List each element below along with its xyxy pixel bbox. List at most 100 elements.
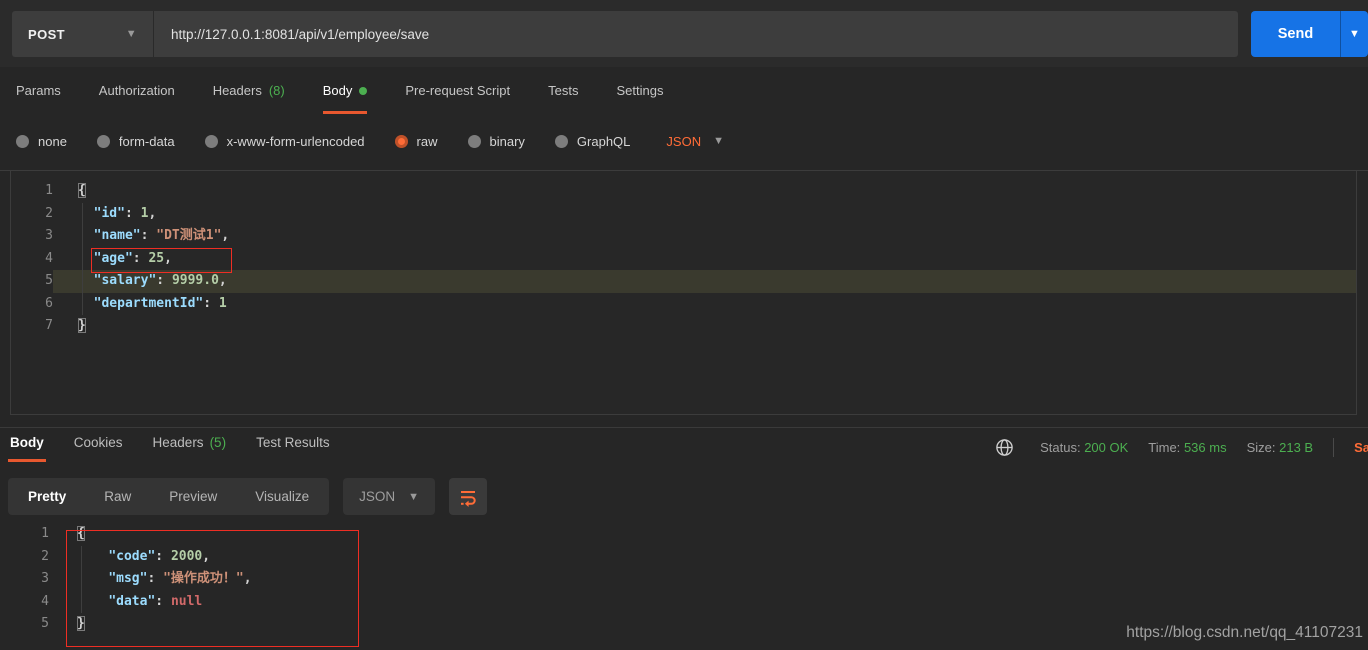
tab-label: Test Results <box>256 435 330 450</box>
line-number: 3 <box>0 568 49 591</box>
code-text: } <box>53 315 1356 338</box>
body-language-select[interactable]: JSON ▼ <box>666 134 724 149</box>
tab-label: Tests <box>548 83 578 98</box>
postman-window: POST ▼ Send ▼ Params Authorization Heade… <box>0 0 1368 650</box>
size-pair: Size: 213 B <box>1247 440 1314 455</box>
code-text: "data": null <box>49 591 1368 614</box>
code-text: { <box>53 180 1356 203</box>
radio-icon <box>205 135 218 148</box>
body-type-row: none form-data x-www-form-urlencoded raw… <box>16 128 724 154</box>
request-body-editor[interactable]: 1{2 "id": 1,3 "name": "DT测试1",4 "age": 2… <box>10 171 1357 415</box>
indent-guide <box>81 546 82 613</box>
time-label: Time: <box>1148 440 1180 455</box>
radio-label: binary <box>490 134 525 149</box>
request-url-bar: POST ▼ Send ▼ <box>0 0 1368 67</box>
code-line: 2 "code": 2000, <box>0 546 1368 569</box>
view-raw[interactable]: Raw <box>85 478 150 515</box>
radio-label: raw <box>417 134 438 149</box>
tab-settings[interactable]: Settings <box>616 83 663 114</box>
code-line: 6 "departmentId": 1 <box>11 293 1356 316</box>
tab-label: Headers <box>153 435 204 450</box>
send-options-button[interactable]: ▼ <box>1340 11 1368 57</box>
tab-headers[interactable]: Headers (8) <box>213 83 285 114</box>
body-type-raw[interactable]: raw <box>395 134 438 149</box>
line-number: 1 <box>11 180 53 203</box>
view-visualize[interactable]: Visualize <box>236 478 328 515</box>
line-number: 5 <box>11 270 53 293</box>
indent-guide <box>82 203 83 315</box>
tab-label: Pre-request Script <box>405 83 510 98</box>
radio-icon <box>555 135 568 148</box>
save-response-link-truncated[interactable]: Sa <box>1354 440 1368 455</box>
code-line: 3 "msg": "操作成功！", <box>0 568 1368 591</box>
response-language-select[interactable]: JSON ▼ <box>343 478 435 515</box>
radio-icon <box>16 135 29 148</box>
code-line: 2 "id": 1, <box>11 203 1356 226</box>
body-type-graphql[interactable]: GraphQL <box>555 134 630 149</box>
network-globe-icon[interactable] <box>995 438 1014 457</box>
tab-label: Settings <box>616 83 663 98</box>
tab-label: Headers <box>213 83 262 98</box>
send-split-button: Send ▼ <box>1251 11 1368 57</box>
code-line: 5 "salary": 9999.0, <box>11 270 1356 293</box>
line-number: 7 <box>11 315 53 338</box>
body-type-x-www-form-urlencoded[interactable]: x-www-form-urlencoded <box>205 134 365 149</box>
radio-label: x-www-form-urlencoded <box>227 134 365 149</box>
code-line: 4 "age": 25, <box>11 248 1356 271</box>
line-number: 2 <box>11 203 53 226</box>
radio-label: form-data <box>119 134 175 149</box>
code-text: "msg": "操作成功！", <box>49 568 1368 591</box>
response-headers-count-badge: (5) <box>210 435 227 450</box>
language-label: JSON <box>359 489 395 504</box>
line-number: 4 <box>0 591 49 614</box>
code-text: "departmentId": 1 <box>53 293 1356 316</box>
method-label: POST <box>28 27 65 42</box>
tab-label: Cookies <box>74 435 123 450</box>
radio-label: none <box>38 134 67 149</box>
code-text: "salary": 9999.0, <box>53 270 1356 293</box>
response-toolbar: Pretty Raw Preview Visualize JSON ▼ <box>8 478 487 515</box>
radio-icon <box>97 135 110 148</box>
watermark-url: https://blog.csdn.net/qq_41107231 <box>1126 624 1363 642</box>
body-type-none[interactable]: none <box>16 134 67 149</box>
line-number: 4 <box>11 248 53 271</box>
tab-pre-request-script[interactable]: Pre-request Script <box>405 83 510 114</box>
code-line: 7} <box>11 315 1356 338</box>
time-pair: Time: 536 ms <box>1148 440 1226 455</box>
radio-label: GraphQL <box>577 134 630 149</box>
radio-selected-icon <box>395 135 408 148</box>
line-number: 3 <box>11 225 53 248</box>
response-tab-headers[interactable]: Headers (5) <box>151 435 229 462</box>
body-type-form-data[interactable]: form-data <box>97 134 175 149</box>
tab-label: Body <box>323 83 353 98</box>
view-preview[interactable]: Preview <box>150 478 236 515</box>
response-tab-cookies[interactable]: Cookies <box>72 435 125 462</box>
tab-authorization[interactable]: Authorization <box>99 83 175 114</box>
url-input[interactable] <box>154 11 1238 57</box>
wrap-text-button[interactable] <box>449 478 487 515</box>
code-line: 1{ <box>11 180 1356 203</box>
tab-tests[interactable]: Tests <box>548 83 578 114</box>
response-header: Body Cookies Headers (5) Test Results St… <box>0 428 1368 466</box>
chevron-down-icon: ▼ <box>408 491 419 503</box>
body-filled-dot-icon <box>359 87 367 95</box>
meta-divider <box>1333 438 1334 457</box>
method-select[interactable]: POST ▼ <box>12 11 154 57</box>
response-tab-test-results[interactable]: Test Results <box>254 435 332 462</box>
response-tab-body[interactable]: Body <box>8 435 46 462</box>
status-value: 200 OK <box>1084 440 1128 455</box>
tab-body[interactable]: Body <box>323 83 368 114</box>
body-type-binary[interactable]: binary <box>468 134 525 149</box>
send-button[interactable]: Send <box>1251 11 1340 57</box>
code-line: 4 "data": null <box>0 591 1368 614</box>
status-label: Status: <box>1040 440 1080 455</box>
tab-label: Authorization <box>99 83 175 98</box>
chevron-down-icon: ▼ <box>126 28 137 40</box>
language-label: JSON <box>666 134 701 149</box>
view-pretty[interactable]: Pretty <box>9 478 85 515</box>
code-line: 3 "name": "DT测试1", <box>11 225 1356 248</box>
tab-params[interactable]: Params <box>16 83 61 114</box>
tab-label: Params <box>16 83 61 98</box>
chevron-down-icon: ▼ <box>713 135 724 147</box>
tab-label: Body <box>10 435 44 450</box>
